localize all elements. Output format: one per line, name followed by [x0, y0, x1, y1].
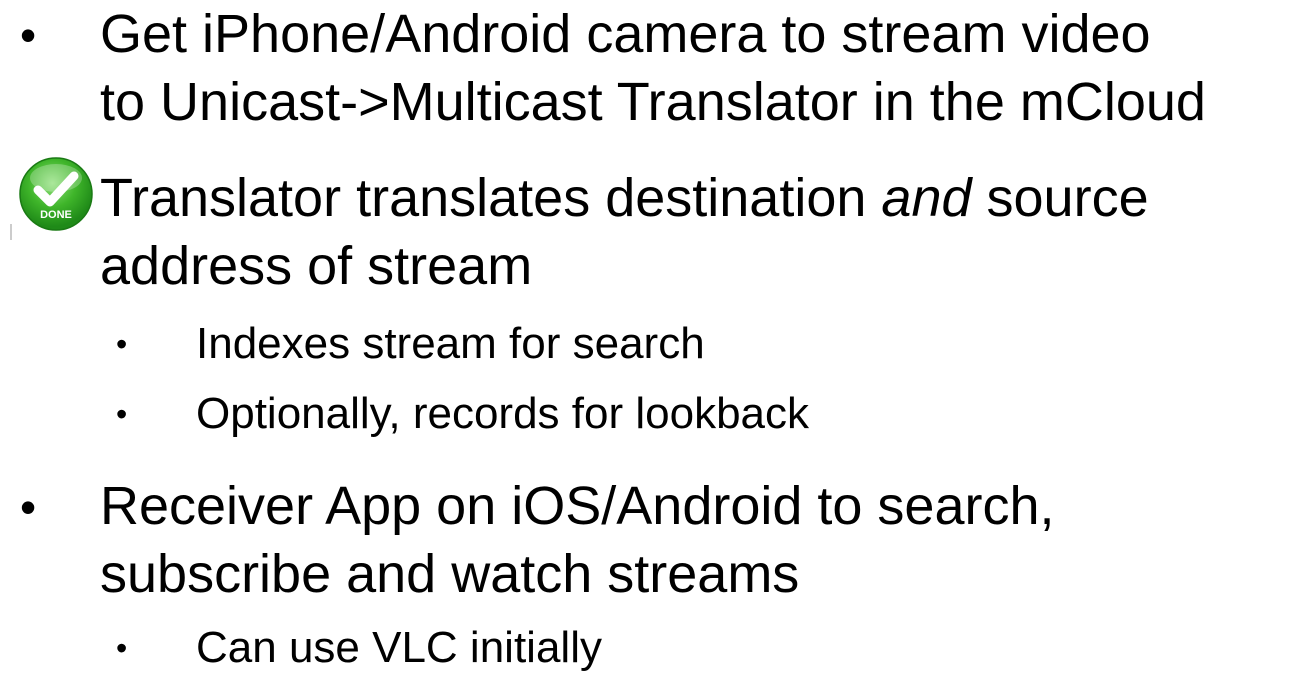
subbullet-3-1: • [116, 630, 128, 666]
subbullet-2-2: • [116, 396, 128, 432]
bullet-1-line-2: to Unicast->Multicast Translator in the … [100, 72, 1206, 132]
bullet-1-text: Get iPhone/Android camera to stream vide… [100, 0, 1305, 136]
bullet-3-line-2: subscribe and watch streams [100, 544, 800, 604]
bullet-2-line-1-end: source [971, 168, 1149, 228]
subbullet-3-1-text: Can use VLC initially [196, 623, 602, 672]
bullet-3: • [20, 481, 37, 533]
done-check-icon: DONE [10, 157, 93, 240]
bullet-3-text: Receiver App on iOS/Android to search, s… [100, 472, 1305, 608]
bullet-3-line-1: Receiver App on iOS/Android to search, [100, 476, 1055, 536]
bullet-1: • [20, 9, 37, 61]
subbullet-2-1: • [116, 326, 128, 362]
done-label: DONE [40, 209, 72, 221]
bullet-2-line-1-start: Translator translates destination [100, 168, 882, 228]
bullet-2-italic-and: and [881, 168, 972, 228]
bullet-2-text: Translator translates destination and so… [100, 164, 1305, 300]
bullet-1-line-1: Get iPhone/Android camera to stream vide… [100, 4, 1151, 64]
bullet-2-line-2: address of stream [100, 236, 533, 296]
slide: • Get iPhone/Android camera to stream vi… [0, 0, 1309, 674]
subbullet-2-1-text: Indexes stream for search [196, 319, 705, 368]
subbullet-2-2-text: Optionally, records for lookback [196, 389, 810, 438]
bullet-2-line-1: Translator translates destination and so… [100, 164, 1305, 232]
